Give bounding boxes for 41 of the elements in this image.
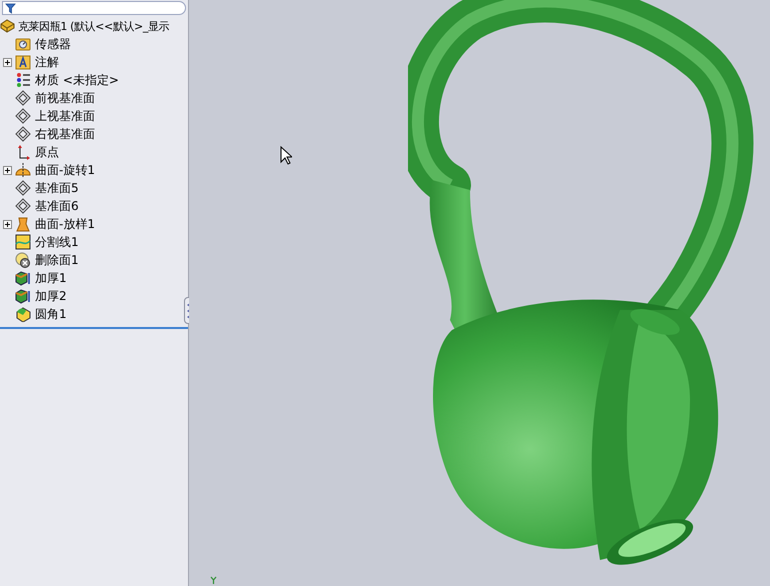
plane-feature-icon bbox=[15, 90, 31, 106]
split-feature-icon bbox=[15, 234, 31, 250]
thicken-feature-icon bbox=[15, 288, 31, 304]
revolve-feature-icon bbox=[15, 162, 31, 178]
tree-item-label[interactable]: 右视基准面 bbox=[35, 128, 95, 140]
expand-icon[interactable] bbox=[3, 58, 12, 66]
tree-item-label[interactable]: 加厚1 bbox=[35, 272, 67, 284]
tree-item-label[interactable]: 曲面-放样1 bbox=[35, 218, 95, 230]
mouse-pointer-icon bbox=[280, 146, 292, 165]
part-feature-icon bbox=[0, 18, 16, 34]
tree-item-label[interactable]: 注解 bbox=[35, 56, 59, 68]
tree-item-label[interactable]: 曲面-旋转1 bbox=[35, 164, 95, 176]
plane-feature-icon bbox=[15, 126, 31, 142]
thicken-feature-icon bbox=[15, 270, 31, 286]
expand-icon[interactable] bbox=[3, 166, 12, 174]
axis-triad-icon bbox=[210, 576, 217, 584]
loft-feature-icon bbox=[15, 216, 31, 232]
filter-icon bbox=[5, 2, 16, 14]
delete-feature-icon bbox=[15, 252, 31, 268]
tree-item-label[interactable]: 基准面5 bbox=[35, 182, 79, 194]
tree-item-label[interactable]: 原点 bbox=[35, 146, 59, 158]
expand-icon[interactable] bbox=[3, 220, 12, 228]
tree-item-label[interactable]: 前视基准面 bbox=[35, 92, 95, 104]
tree-item-label[interactable]: 加厚2 bbox=[35, 290, 67, 302]
tree-item-label[interactable]: 分割线1 bbox=[35, 236, 79, 248]
tree-item-label[interactable]: 基准面6 bbox=[35, 200, 79, 212]
plane-feature-icon bbox=[15, 108, 31, 124]
tree-item-label[interactable]: 传感器 bbox=[35, 38, 71, 50]
origin-feature-icon bbox=[15, 144, 31, 160]
tree-item-label[interactable]: 删除面1 bbox=[35, 254, 79, 266]
material-feature-icon bbox=[15, 72, 31, 88]
plane-feature-icon bbox=[15, 180, 31, 196]
annotation-feature-icon bbox=[15, 54, 31, 70]
fillet-feature-icon bbox=[15, 306, 31, 322]
filter-field[interactable] bbox=[2, 1, 186, 15]
sensor-feature-icon bbox=[15, 36, 31, 52]
tree-item-label[interactable]: 上视基准面 bbox=[35, 110, 95, 122]
tree-item-label[interactable]: 材质 <未指定> bbox=[35, 74, 119, 86]
plane-feature-icon bbox=[15, 198, 31, 214]
tree-item-label[interactable]: 圆角1 bbox=[35, 308, 67, 320]
tree-item-label[interactable]: 克莱因瓶1 (默认<<默认>_显示 bbox=[18, 20, 170, 32]
